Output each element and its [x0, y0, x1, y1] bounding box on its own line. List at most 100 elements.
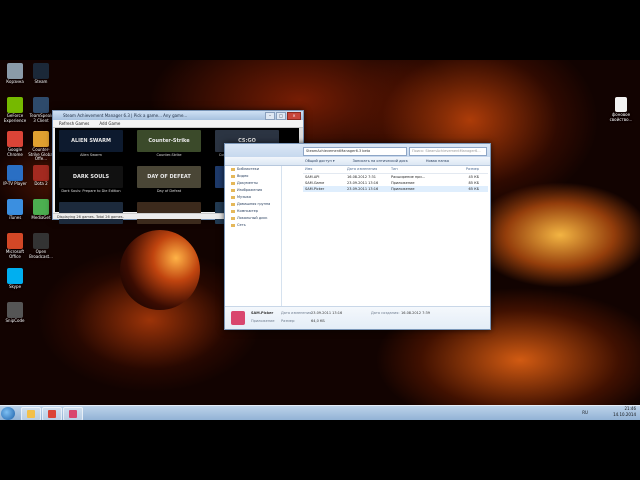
game-tile[interactable]: ALIEN SWARM Alien Swarm: [59, 130, 123, 157]
desktop-icon[interactable]: Dota 2: [28, 165, 54, 187]
taskbar: RU 21:46 14.10.2014: [0, 405, 640, 421]
file-size: 65 КБ: [468, 187, 479, 191]
file-date: 23.09.2011 13:16: [347, 187, 379, 191]
new-folder-button[interactable]: Новая папка: [426, 157, 449, 165]
desktop-icon-label: MediaGet: [31, 215, 51, 220]
desktop-icon[interactable]: Google Chrome: [2, 131, 28, 157]
file-list-header: Имя Дата изменения Тип Размер: [303, 166, 488, 174]
desktop-icon-label: Google Chrome: [7, 147, 23, 157]
add-game-button[interactable]: Add Game: [99, 120, 120, 127]
explorer-icon: [27, 410, 35, 418]
desktop-icon[interactable]: Microsoft Office: [2, 233, 28, 259]
column-size[interactable]: Размер: [439, 166, 479, 173]
desktop-icon[interactable]: Open Broadcast...: [28, 233, 54, 259]
app-icon: [33, 63, 49, 79]
game-tile[interactable]: Counter-Strike Counter-Strike: [137, 130, 201, 157]
explorer-window[interactable]: SteamAchievementManager6.3 beta Поиск: S…: [224, 143, 491, 330]
desktop-icon[interactable]: Counter-Strike Global Offe...: [28, 131, 54, 162]
folder-icon: [231, 189, 235, 192]
app-icon: [7, 233, 23, 249]
game-name: Alien Swarm: [80, 153, 102, 157]
desktop-icon[interactable]: TeamSpeak 3 Client: [28, 97, 54, 123]
desktop-icon[interactable]: Steam: [28, 63, 54, 85]
folder-icon: [231, 203, 235, 206]
sidebar-item[interactable]: Библиотеки: [225, 166, 281, 173]
game-tile[interactable]: DAY OF DEFEAT Day of Defeat: [137, 166, 201, 193]
sidebar-item-label: Видео: [237, 174, 249, 178]
app-icon: [7, 97, 23, 113]
column-name[interactable]: Имя: [303, 166, 347, 173]
sidebar-item[interactable]: Домашняя группа: [225, 201, 281, 208]
details-size-label: Размер:: [281, 319, 296, 323]
folder-icon: [231, 168, 235, 171]
desktop-icon[interactable]: SnipCode: [2, 302, 28, 324]
desktop-icon-label: iTunes: [8, 215, 22, 220]
app-icon: [7, 268, 23, 284]
sidebar-item[interactable]: Сеть: [225, 222, 281, 229]
app-icon: [33, 233, 49, 249]
sidebar-item[interactable]: Документы: [225, 180, 281, 187]
column-date[interactable]: Дата изменения: [347, 166, 391, 173]
desktop-icon-label: Open Broadcast...: [29, 249, 53, 259]
details-modified-value: 23.09.2011 13:16: [311, 311, 343, 315]
game-name: Counter-Strike: [156, 153, 182, 157]
desktop-icon[interactable]: iTunes: [2, 199, 28, 221]
start-button[interactable]: [1, 407, 15, 420]
share-button[interactable]: Общий доступ ▾: [305, 157, 335, 165]
sidebar-item-label: Компьютер: [237, 209, 258, 213]
game-banner: Counter-Strike: [137, 130, 201, 152]
maximize-button[interactable]: □: [276, 112, 286, 120]
command-bar: Общий доступ ▾ Записать на оптический ди…: [225, 157, 490, 166]
column-type[interactable]: Тип: [391, 166, 439, 173]
document-icon: [615, 97, 627, 112]
file-row[interactable]: SAM.Picker 23.09.2011 13:16 Приложение 65 К…: [303, 186, 488, 192]
file-list: Имя Дата изменения Тип Размер SAM.API 16.…: [303, 166, 488, 306]
desktop-icon[interactable]: MediaGet: [28, 199, 54, 221]
app-icon: [33, 199, 49, 215]
desktop-icon[interactable]: Skype: [2, 268, 28, 290]
desktop-icon-label: IP-TV Player: [3, 181, 27, 186]
navigation-pane: Библиотеки Видео Документы Изображения Музык…: [225, 166, 282, 306]
sidebar-item-label: Сеть: [237, 223, 246, 227]
sidebar-item-label: Изображения: [237, 188, 263, 192]
sidebar-item-label: Локальный диск: [237, 216, 268, 220]
sidebar-item[interactable]: Видео: [225, 173, 281, 180]
game-banner: DARK SOULS: [59, 166, 123, 188]
taskbar-explorer-button[interactable]: [21, 407, 41, 421]
sidebar-item[interactable]: Локальный диск: [225, 215, 281, 222]
desktop-icon[interactable]: IP-TV Player: [2, 165, 28, 187]
app-icon: [7, 165, 23, 181]
clock[interactable]: 21:46 14.10.2014: [613, 406, 636, 418]
details-modified-label: Дата изменения:: [281, 311, 313, 315]
desktop-icon-label: SnipCode: [5, 318, 25, 323]
game-tile[interactable]: DARK SOULS Dark Souls: Prepare to Die Edi…: [59, 166, 123, 193]
sam-titlebar[interactable]: Steam Achievement Manager 6.3 | Pick a g…: [53, 111, 303, 120]
desktop-icon[interactable]: Корзина: [2, 63, 28, 85]
taskbar-chrome-button[interactable]: [42, 407, 62, 421]
sidebar-item-label: Документы: [237, 181, 258, 185]
game-banner: ALIEN SWARM: [59, 130, 123, 152]
details-pane: SAM.Picker Приложение Дата изменения: 23…: [225, 306, 490, 329]
details-size-value: 64,0 КБ: [311, 319, 325, 323]
address-bar[interactable]: SteamAchievementManager6.3 beta: [303, 147, 407, 156]
desktop-icon-right[interactable]: фоновое свойство...: [608, 97, 634, 122]
app-icon: [33, 131, 49, 147]
sam-title: Steam Achievement Manager 6.3 | Pick a g…: [63, 113, 188, 118]
sidebar-item[interactable]: Компьютер: [225, 208, 281, 215]
minimize-button[interactable]: –: [265, 112, 275, 120]
search-input[interactable]: Поиск: SteamAchievementManager6...: [409, 147, 487, 156]
burn-button[interactable]: Записать на оптический диск: [353, 157, 408, 165]
app-icon: [7, 302, 23, 318]
taskbar-sam-button[interactable]: [63, 407, 83, 421]
refresh-games-button[interactable]: Refresh Games: [59, 120, 89, 127]
file-thumbnail-icon: [231, 311, 245, 325]
desktop-icon[interactable]: GeForce Experience: [2, 97, 28, 123]
close-button[interactable]: ×: [287, 112, 301, 120]
sidebar-item[interactable]: Музыка: [225, 194, 281, 201]
sam-toolbar: Refresh Games Add Game: [53, 120, 303, 128]
language-indicator[interactable]: RU: [582, 410, 588, 415]
game-name: Dark Souls: Prepare to Die Edition: [61, 189, 121, 193]
clock-date: 14.10.2014: [613, 412, 636, 417]
sidebar-item[interactable]: Изображения: [225, 187, 281, 194]
file-name: SAM.Picker: [305, 187, 325, 191]
